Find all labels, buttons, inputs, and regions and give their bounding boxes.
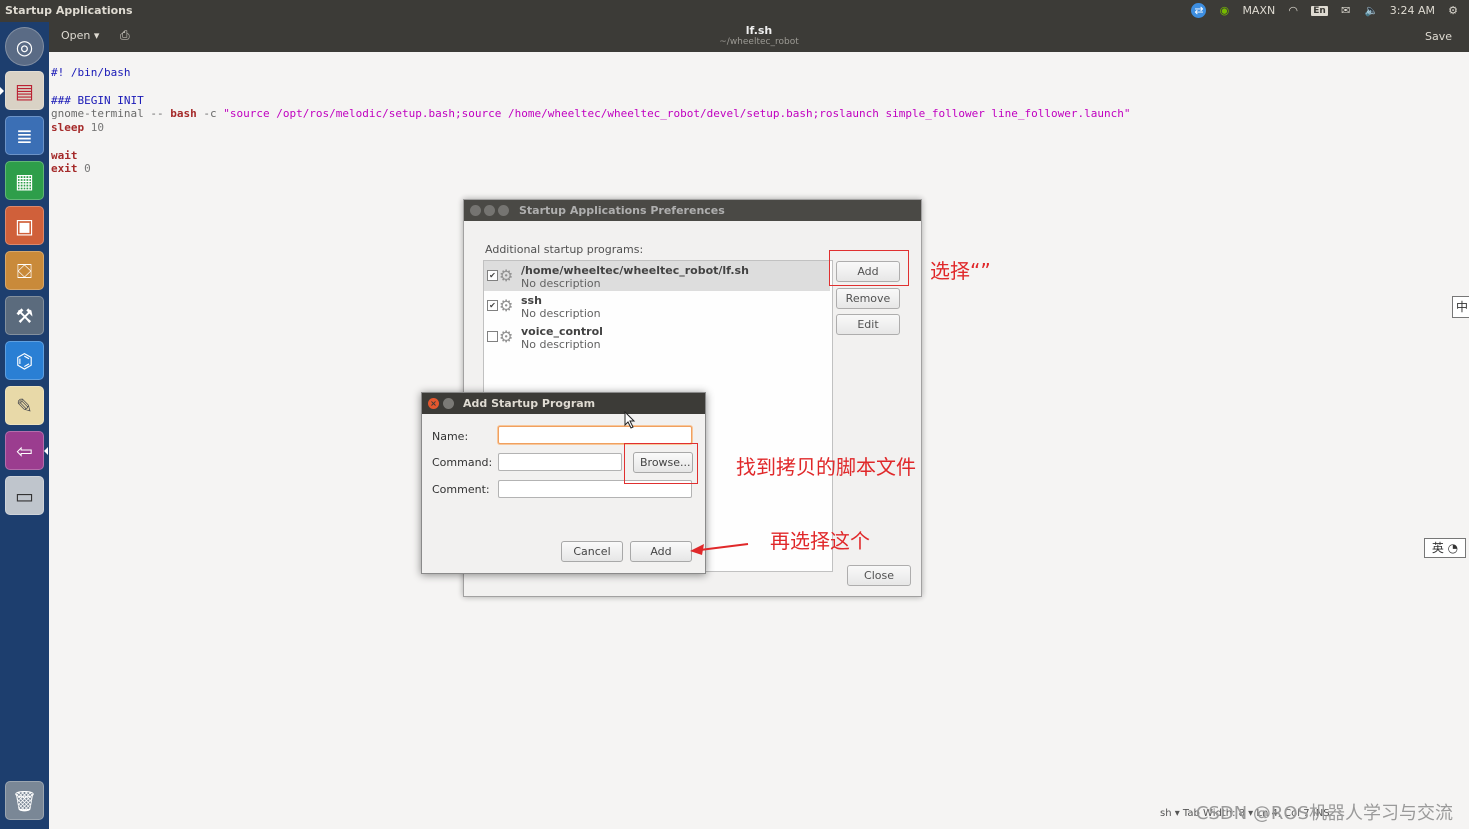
cmd-flag: -c [196, 107, 224, 120]
csdn-watermark: CSDN @ROS机器人学习与交流 [1195, 803, 1453, 824]
program-name: ssh [521, 294, 542, 307]
document-path: ~/wheeltec_robot [719, 37, 799, 47]
drive-icon[interactable]: ▭ [5, 476, 44, 515]
gears-icon: ⚙ [499, 327, 514, 346]
prefs-title: Startup Applications Preferences [519, 204, 725, 217]
ime-english-label: 英 [1431, 541, 1444, 555]
code-line-4: sleep 10 [51, 121, 104, 134]
cancel-button[interactable]: Cancel [561, 541, 623, 562]
text-editor-icon[interactable]: ✎ [5, 386, 44, 425]
name-field[interactable] [498, 426, 692, 444]
cmd-gnome-terminal: gnome-terminal [51, 107, 144, 120]
annotation-arrow [690, 543, 749, 555]
comment-begin-init: ### BEGIN INIT [51, 94, 144, 107]
add-confirm-button[interactable]: Add [630, 541, 692, 562]
program-desc: No description [521, 277, 601, 290]
num-sleep: 10 [84, 121, 104, 134]
indicator-tray: ⇄ ◉ MAXN ◠ En ✉ 🔈 3:24 AM ⚙ [1191, 3, 1461, 18]
gear-icon[interactable]: ⚙ [1445, 4, 1461, 18]
code-line-2: ### BEGIN INIT [51, 94, 144, 107]
system-settings-icon[interactable]: ⚒ [5, 296, 44, 335]
highlight-add-button [829, 250, 909, 286]
maximize-icon[interactable] [498, 205, 509, 216]
annotation-select-add: 选择“” [930, 259, 991, 283]
remove-button[interactable]: Remove [836, 288, 900, 309]
ime-english-indicator[interactable]: 英 ◔ [1424, 538, 1466, 558]
save-button[interactable]: Save [1425, 30, 1452, 43]
list-item[interactable]: ✔ ⚙ ssh No description [484, 291, 830, 321]
shebang: #! /bin/bash [51, 66, 131, 79]
comment-label: Comment: [432, 483, 490, 496]
software-center-icon[interactable]: ⛋ [5, 251, 44, 290]
gears-icon: ⚙ [499, 296, 514, 315]
startup-applications-icon[interactable]: ⇦ [5, 431, 44, 470]
cmd-separator: -- [143, 107, 171, 120]
annotation-find-script: 找到拷贝的脚本文件 [736, 455, 916, 479]
close-button[interactable]: Close [847, 565, 911, 586]
clock[interactable]: 3:24 AM [1390, 4, 1435, 17]
kw-exit: exit [51, 162, 78, 175]
minimize-icon[interactable] [443, 398, 454, 409]
impress-icon[interactable]: ▣ [5, 206, 44, 245]
program-desc: No description [521, 307, 601, 320]
close-icon[interactable]: × [428, 398, 439, 409]
active-indicator [44, 447, 48, 455]
wifi-icon[interactable]: ◠ [1285, 4, 1301, 18]
volume-icon[interactable]: 🔈 [1364, 4, 1380, 18]
program-name: voice_control [521, 325, 603, 338]
num-exit: 0 [77, 162, 91, 175]
mail-icon[interactable]: ✉ [1338, 4, 1354, 18]
nvidia-icon[interactable]: ◉ [1216, 4, 1232, 18]
code-line-5: wait [51, 149, 78, 162]
launcher: ◎ ▤ ≣ ▦ ▣ ⛋ ⚒ ⌬ ✎ ⇦ ▭ 🗑 [0, 22, 50, 829]
prefs-titlebar[interactable]: Startup Applications Preferences [464, 200, 921, 221]
active-app-title: Startup Applications [5, 4, 133, 17]
keyboard-layout-indicator[interactable]: En [1311, 5, 1328, 16]
gedit-headerbar: Open ▾ ⎙ lf.sh ~/wheeltec_robot Save [49, 22, 1469, 52]
trash-icon[interactable]: 🗑 [5, 781, 44, 820]
gears-icon: ⚙ [499, 266, 514, 285]
name-label: Name: [432, 430, 469, 443]
ubuntu-dash-icon[interactable]: ◎ [5, 27, 44, 66]
section-label: Additional startup programs: [485, 243, 644, 256]
minimize-icon[interactable] [484, 205, 495, 216]
code-line-1: #! /bin/bash [51, 66, 130, 79]
list-item[interactable]: ✔ ⚙ /home/wheeltec/wheeltec_robot/lf.sh … [484, 261, 830, 291]
program-name: /home/wheeltec/wheeltec_robot/lf.sh [521, 264, 749, 277]
code-line-6: exit 0 [51, 162, 91, 175]
writer-icon[interactable]: ≣ [5, 116, 44, 155]
highlight-browse-button [624, 443, 698, 484]
command-field[interactable] [498, 453, 622, 471]
add-dialog-titlebar[interactable]: × Add Startup Program [422, 393, 705, 414]
close-icon[interactable] [470, 205, 481, 216]
command-label: Command: [432, 456, 493, 469]
files-icon[interactable]: ▤ [5, 71, 44, 110]
enable-checkbox[interactable]: ✔ [487, 270, 498, 281]
enable-checkbox[interactable]: ✔ [487, 300, 498, 311]
program-desc: No description [521, 338, 601, 351]
code-line-3: gnome-terminal -- bash -c "source /opt/r… [51, 107, 1131, 120]
kw-wait: wait [51, 149, 78, 162]
annotation-select-this: 再选择这个 [770, 529, 870, 553]
document-title: lf.sh [745, 24, 773, 37]
add-dialog-title: Add Startup Program [463, 397, 596, 410]
mouse-pointer-icon [624, 411, 636, 429]
running-indicator [0, 87, 4, 95]
cmd-string: "source /opt/ros/melodic/setup.bash;sour… [223, 107, 1131, 120]
top-panel: Startup Applications ⇄ ◉ MAXN ◠ En ✉ 🔈 3… [0, 0, 1469, 22]
nvidia-mode-label[interactable]: MAXN [1242, 4, 1275, 17]
teamviewer-icon[interactable]: ⇄ [1191, 3, 1207, 18]
vscode-icon[interactable]: ⌬ [5, 341, 44, 380]
ime-chinese-indicator[interactable]: 中 [1452, 296, 1469, 318]
cmd-bash: bash [170, 107, 197, 120]
calc-icon[interactable]: ▦ [5, 161, 44, 200]
enable-checkbox[interactable] [487, 331, 498, 342]
kw-sleep: sleep [51, 121, 85, 134]
list-item[interactable]: ⚙ voice_control No description [484, 322, 830, 352]
edit-button[interactable]: Edit [836, 314, 900, 335]
